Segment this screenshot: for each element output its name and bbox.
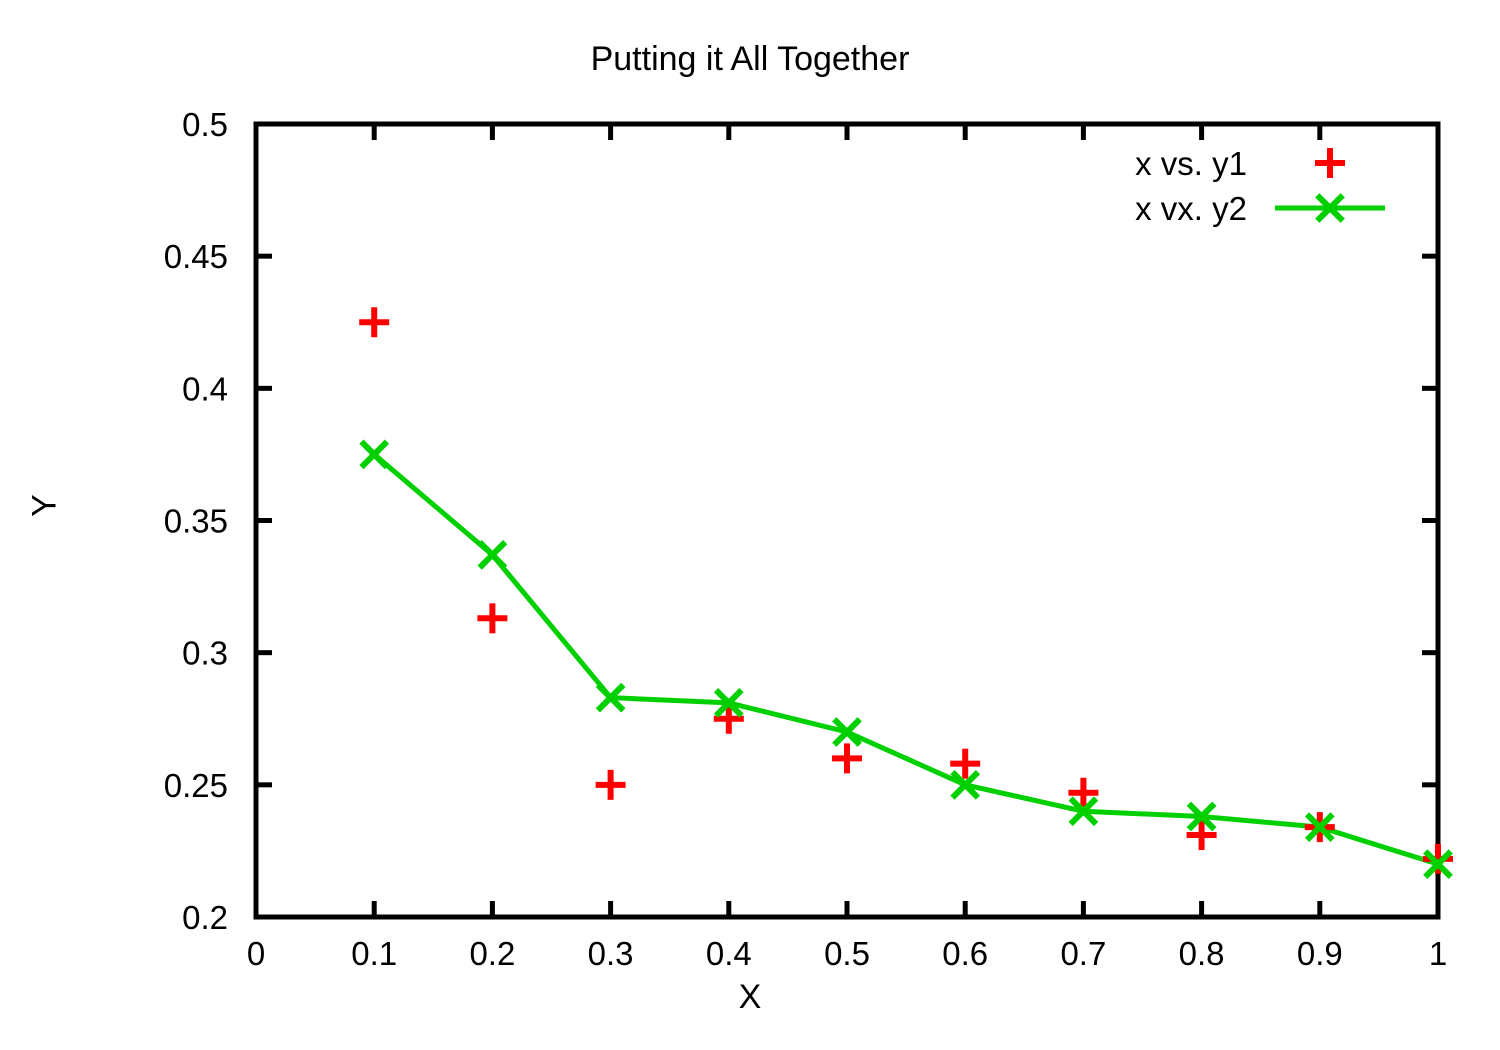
legend: x vs. y1 x vx. y2: [1135, 145, 1385, 227]
x-tick-label: 0.7: [1060, 935, 1106, 972]
plot-frame: [253, 121, 1441, 920]
x-tick-label: 0.3: [588, 935, 634, 972]
y-axis-ticks: 0.2 0.25 0.3 0.35 0.4 0.45 0.5: [164, 106, 1438, 936]
plot-area: 0.20.250.30.350.40.450.5 0 0.1 0.2 0.3 0.4 0.…: [164, 106, 1453, 972]
x-tick-label: 1: [1429, 935, 1447, 972]
y-tick-label: 0.25: [164, 767, 228, 804]
y-tick-label: 0.3: [182, 635, 228, 672]
y-tick-label: 0.45: [164, 238, 228, 275]
y-tick-label: 0.2: [182, 899, 228, 936]
x-tick-label: 0.1: [351, 935, 397, 972]
y-tick-label: 0.35: [164, 503, 228, 540]
chart-container: Putting it All Together X Y 0.2 0.25 0.3 0.…: [0, 0, 1500, 1050]
legend-label-1: x vs. y1: [1135, 145, 1247, 182]
series-line: [372, 452, 1439, 867]
x-tick-label: 0.9: [1297, 935, 1343, 972]
x-axis-ticks: 0 0.1 0.2 0.3 0.4 0.5 0.6 0.7 0.8 0.9 1: [247, 124, 1447, 972]
x-tick-label: 0.2: [469, 935, 515, 972]
x-tick-label: 0.8: [1179, 935, 1225, 972]
data-series: [359, 307, 1453, 880]
x-tick-label: 0.5: [824, 935, 870, 972]
y-tick-label: 0.5: [182, 106, 228, 143]
x-tick-label: 0.6: [942, 935, 988, 972]
legend-label-2: x vx. y2: [1135, 190, 1247, 227]
y-tick-label: 0.4: [182, 370, 228, 407]
x-tick-label: 0.4: [706, 935, 752, 972]
series-markers: [359, 439, 1453, 880]
x-tick-label: 0: [247, 935, 265, 972]
axis-frame: [253, 121, 1441, 920]
